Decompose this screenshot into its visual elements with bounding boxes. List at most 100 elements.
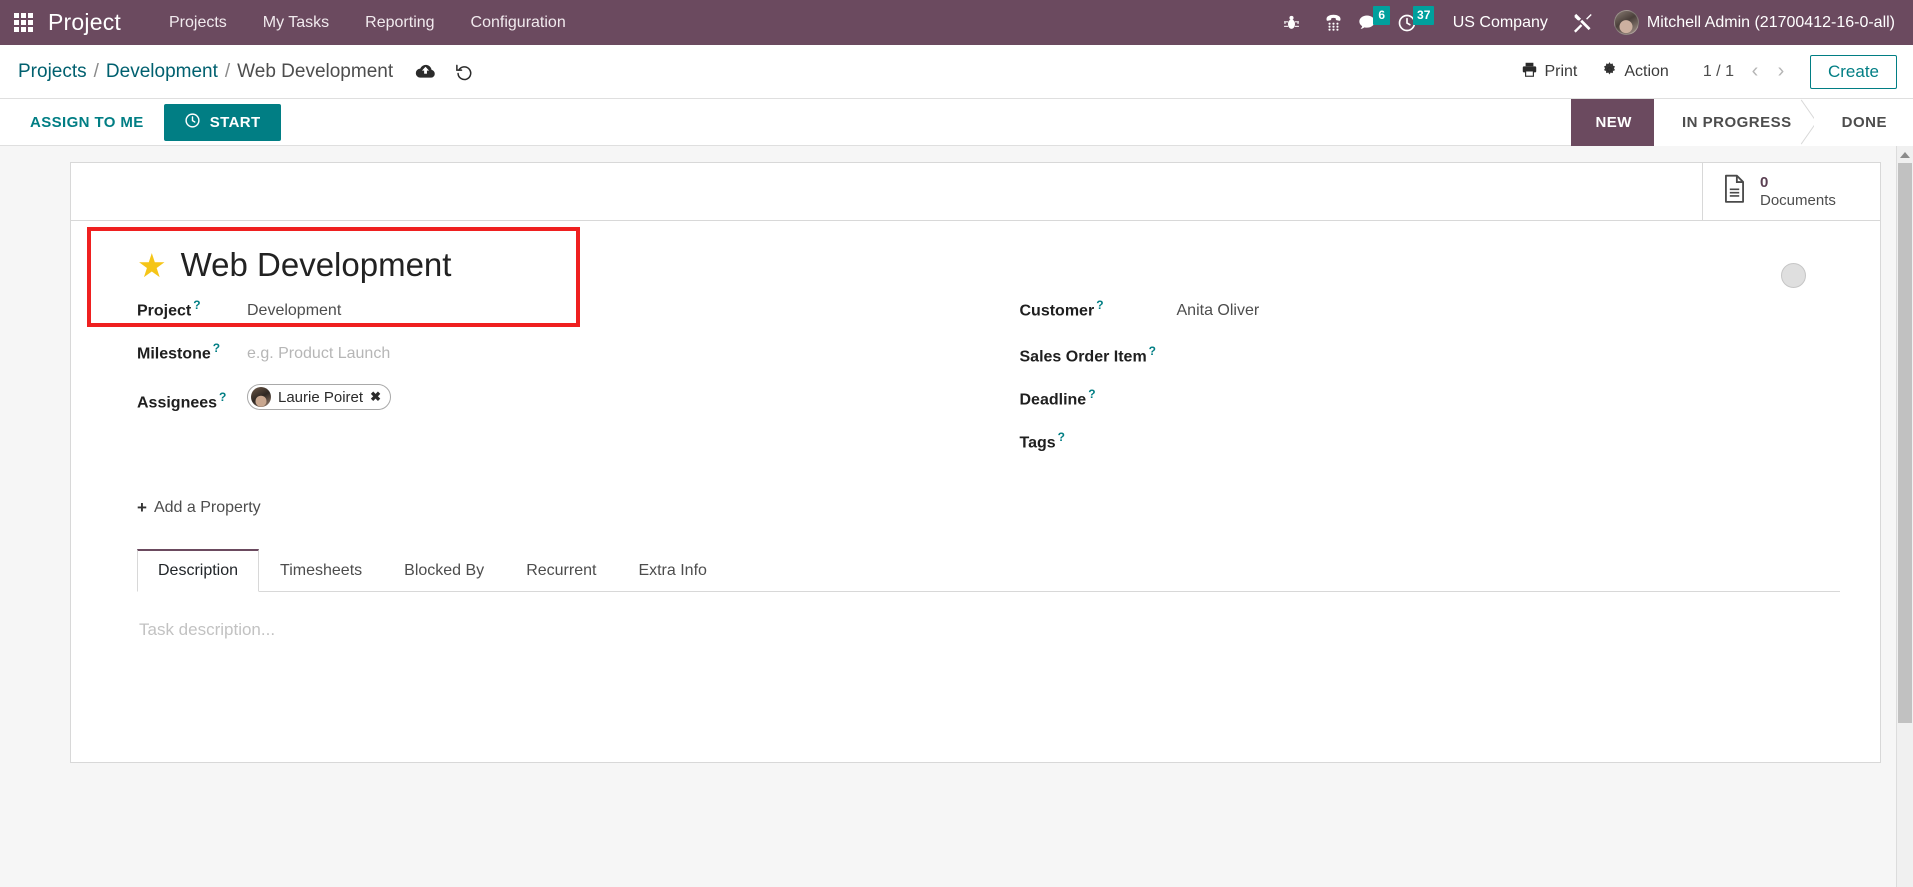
documents-label: Documents	[1760, 191, 1836, 209]
field-project: Project? Development	[137, 290, 956, 333]
create-button[interactable]: Create	[1809, 54, 1897, 89]
field-sales-order-item: Sales Order Item?	[1020, 333, 1841, 376]
label-text: Tags	[1019, 434, 1056, 451]
field-label-customer: Customer?	[1020, 298, 1177, 320]
task-title-group: ★ Web Development	[137, 246, 452, 283]
add-property-button[interactable]: + Add a Property	[137, 498, 261, 518]
user-menu[interactable]: Mitchell Admin (21700412-16-0-all)	[1604, 10, 1901, 35]
assign-to-me-button[interactable]: ASSIGN TO ME	[18, 106, 156, 139]
chevron-right-icon[interactable]: ›	[1768, 57, 1794, 87]
field-input-tags[interactable]	[1177, 427, 1297, 447]
dialpad-icon[interactable]	[1313, 0, 1355, 45]
user-avatar	[1613, 10, 1639, 35]
sheet-wrapper: 0 Documents ★ Web Development Project ? …	[0, 146, 1913, 763]
notebook: Description Timesheets Blocked By Recurr…	[111, 548, 1840, 762]
field-input-sales-order-item[interactable]	[1177, 341, 1297, 361]
activities-badge: 37	[1413, 6, 1435, 25]
field-input-milestone[interactable]: e.g. Product Launch	[247, 345, 390, 363]
help-tip-icon[interactable]: ?	[1058, 430, 1065, 444]
company-selector[interactable]: US Company	[1439, 14, 1562, 32]
tab-extra-info[interactable]: Extra Info	[617, 549, 727, 592]
help-tip-icon[interactable]: ?	[1149, 344, 1156, 358]
tab-description[interactable]: Description	[137, 549, 260, 592]
label-text: Project	[137, 302, 192, 320]
breadcrumb-separator: /	[224, 60, 231, 82]
app-brand-project[interactable]: Project	[48, 9, 121, 36]
smart-button-box: 0 Documents	[71, 163, 1880, 221]
avatar-placeholder-icon[interactable]	[1781, 263, 1806, 288]
breadcrumb-item-projects[interactable]: Projects	[18, 61, 87, 83]
menu-configuration[interactable]: Configuration	[453, 0, 584, 45]
cloud-upload-icon[interactable]	[415, 63, 436, 80]
navbar-right-group: 6 37 US Company Mitchell Admin (21700412…	[1271, 0, 1901, 45]
assignee-avatar	[251, 387, 271, 407]
start-button[interactable]: START	[163, 103, 281, 141]
apps-grid-icon[interactable]	[6, 0, 40, 45]
menu-projects[interactable]: Projects	[151, 0, 245, 45]
menu-my-tasks[interactable]: My Tasks	[245, 0, 347, 45]
assignee-tag[interactable]: Laurie Poiret ✖	[247, 384, 391, 410]
tab-timesheets[interactable]: Timesheets	[259, 549, 383, 592]
remove-tag-icon[interactable]: ✖	[370, 389, 381, 405]
help-tip-icon[interactable]: ?	[1096, 298, 1103, 312]
field-input-assignees[interactable]: Laurie Poiret ✖	[247, 384, 391, 412]
print-label: Print	[1544, 62, 1578, 80]
description-editor[interactable]: Task description...	[139, 620, 1814, 640]
stage-new[interactable]: NEW	[1571, 98, 1654, 146]
label-text: Customer	[1019, 302, 1095, 320]
top-navbar: Project Projects My Tasks Reporting Conf…	[0, 0, 1913, 45]
assignee-name: Laurie Poiret	[278, 388, 364, 406]
print-button[interactable]: Print	[1509, 55, 1589, 89]
add-property-label: Add a Property	[153, 499, 261, 516]
chevron-left-icon[interactable]: ‹	[1742, 57, 1768, 87]
field-label-project: Project?	[137, 298, 247, 320]
record-save-discard-group	[415, 62, 474, 81]
stage-in-progress[interactable]: IN PROGRESS	[1653, 98, 1814, 146]
form-body: ★ Web Development Project? Development M…	[71, 221, 1880, 762]
bug-icon[interactable]	[1271, 0, 1313, 45]
help-tip-icon[interactable]: ?	[1088, 387, 1095, 401]
tools-icon[interactable]	[1562, 0, 1604, 45]
help-tip-icon[interactable]: ?	[193, 298, 200, 312]
content-area: 0 Documents ★ Web Development Project ? …	[0, 146, 1913, 887]
action-button[interactable]: Action	[1589, 55, 1680, 89]
activities-clock-icon[interactable]: 37	[1397, 0, 1439, 45]
scroll-up-arrow-icon[interactable]	[1897, 146, 1913, 163]
form-sheet: 0 Documents ★ Web Development Project ? …	[70, 162, 1881, 763]
field-value-project[interactable]: Development	[247, 302, 367, 320]
field-value-customer[interactable]: Anita Oliver	[1177, 302, 1297, 320]
tab-blocked-by[interactable]: Blocked By	[383, 549, 505, 592]
pager-value[interactable]: 1 / 1	[1695, 63, 1742, 81]
breadcrumb: Projects / Development / Web Development	[18, 61, 393, 83]
field-input-deadline[interactable]	[1177, 384, 1297, 404]
breadcrumb-item-development[interactable]: Development	[106, 61, 218, 83]
title-row: ★ Web Development	[111, 246, 1840, 288]
pager: 1 / 1 ‹ ›	[1695, 57, 1794, 87]
star-icon[interactable]: ★	[137, 249, 167, 282]
scrollbar-thumb[interactable]	[1898, 163, 1912, 723]
field-tags: Tags?	[1020, 419, 1841, 462]
form-fields-grid: Project? Development Milestone? e.g. Pro…	[111, 290, 1840, 462]
document-icon	[1721, 174, 1748, 209]
messages-icon[interactable]: 6	[1355, 0, 1397, 45]
help-tip-icon[interactable]: ?	[219, 390, 226, 404]
breadcrumb-item-web-development: Web Development	[237, 60, 394, 82]
help-tip-icon[interactable]: ?	[213, 341, 220, 355]
tab-recurrent[interactable]: Recurrent	[505, 549, 617, 592]
documents-count: 0	[1760, 174, 1769, 192]
field-label-assignees: Assignees?	[137, 390, 247, 412]
action-label: Action	[1624, 62, 1669, 80]
vertical-scrollbar[interactable]	[1896, 146, 1913, 887]
notebook-tabs: Description Timesheets Blocked By Recurr…	[137, 548, 1840, 592]
undo-icon[interactable]	[454, 62, 474, 81]
messages-badge: 6	[1373, 6, 1391, 25]
plus-icon: +	[137, 498, 147, 517]
field-label-tags: Tags?	[1020, 430, 1177, 452]
breadcrumb-separator: /	[93, 60, 99, 82]
control-panel: Projects / Development / Web Development	[0, 45, 1913, 99]
menu-reporting[interactable]: Reporting	[347, 0, 452, 45]
stage-done[interactable]: DONE	[1813, 98, 1913, 146]
task-name-input[interactable]: Web Development	[181, 246, 452, 283]
status-action-row: ASSIGN TO ME START NEW IN PROGRESS DONE	[0, 98, 1913, 146]
documents-smart-button[interactable]: 0 Documents	[1702, 163, 1880, 220]
